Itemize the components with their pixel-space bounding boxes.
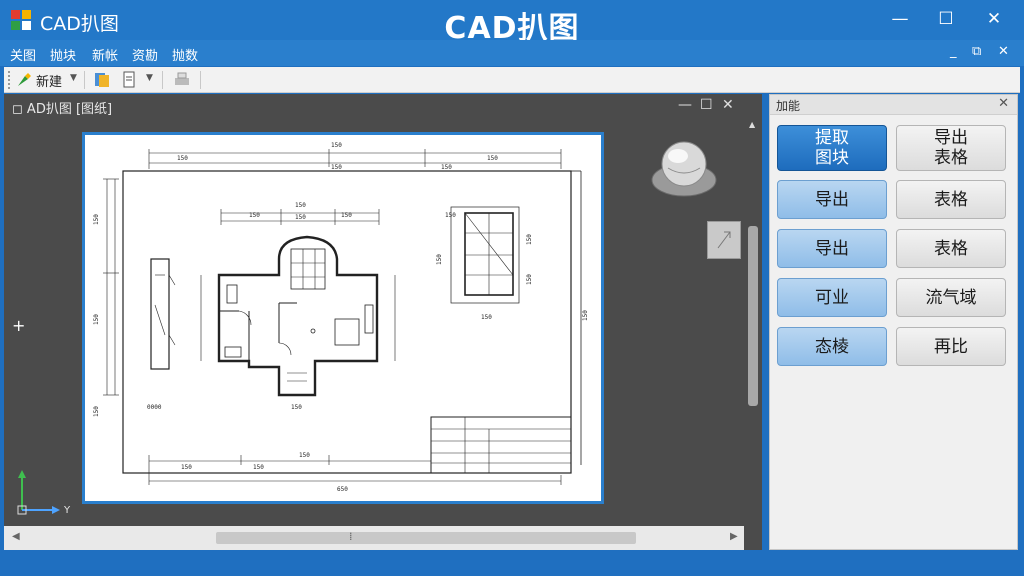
drawing-header: ◻ AD扒图 [图纸] — ☐ ✕	[4, 94, 744, 118]
mdi-close-button[interactable]: ✕	[998, 44, 1009, 59]
mdi-restore-button[interactable]: ⧉	[972, 44, 981, 59]
vertical-scrollbar[interactable]: ▲	[744, 118, 762, 526]
status-bar	[0, 552, 1024, 576]
menu-bar: 关图 抛块 新帐 资勘 抛数 _ ⧉ ✕	[0, 40, 1024, 66]
menu-item-4[interactable]: 资勘	[132, 45, 158, 64]
dim-bottom-3: 150	[299, 452, 310, 459]
maximize-button[interactable]: ☐	[926, 4, 966, 34]
new-button-label: 新建	[36, 74, 63, 90]
dim-top-3: 150	[487, 155, 498, 162]
crosshair-cursor: +	[12, 316, 26, 335]
vertical-scroll-thumb[interactable]	[748, 226, 758, 406]
dim-bottom-2: 150	[253, 464, 264, 471]
drawing-tab[interactable]: ◻ AD扒图 [图纸]	[12, 98, 112, 117]
print-icon[interactable]	[172, 70, 192, 90]
new-button[interactable]: 新建	[16, 70, 62, 90]
new-dropdown-icon[interactable]: ▼	[70, 73, 77, 83]
pan-icon	[717, 231, 731, 249]
drawing-minimize-button[interactable]: —	[678, 97, 692, 113]
scroll-left-icon[interactable]: ◀	[12, 531, 20, 542]
document-dropdown-icon[interactable]: ▼	[146, 73, 153, 83]
drawing-panel: ◻ AD扒图 [图纸] — ☐ ✕ + 150 150 150 150 150	[4, 94, 762, 550]
export-table-button[interactable]: 导出 表格	[896, 125, 1006, 171]
table-button-2[interactable]: 表格	[896, 229, 1006, 268]
layers-icon[interactable]	[92, 70, 112, 90]
floor-plan	[217, 235, 379, 397]
scroll-grip-icon: ⁞	[349, 530, 353, 543]
dim-plan-3: 150	[295, 214, 306, 221]
toolbar-separator	[84, 71, 85, 89]
function-button-5[interactable]: 可业	[777, 278, 887, 317]
new-file-icon	[18, 73, 31, 86]
dim-left-3: 150	[93, 406, 100, 417]
toolbar: 新建 ▼ ▼	[4, 67, 1020, 93]
function-button-7[interactable]: 态棱	[777, 327, 887, 366]
extract-block-button[interactable]: 提取 图块	[777, 125, 887, 171]
dim-door: 150	[291, 404, 302, 411]
horizontal-scrollbar[interactable]: ◀ ⁞ ▶	[4, 526, 744, 550]
ucs-axis-icon: Y	[17, 470, 71, 516]
dim-top-2: 150	[331, 142, 342, 149]
navigation-bar-button[interactable]	[707, 221, 741, 259]
dim-stair-bottom: 150	[481, 314, 492, 321]
drawing-maximize-button[interactable]: ☐	[700, 97, 713, 113]
menu-item-2[interactable]: 抛块	[50, 45, 76, 64]
drawing-close-button[interactable]: ✕	[722, 97, 734, 113]
dim-plan-1: 150	[249, 212, 260, 219]
toolbar-separator	[200, 71, 201, 89]
side-elevation	[150, 258, 170, 370]
close-button[interactable]: ✕	[974, 4, 1014, 34]
dim-top-5: 150	[441, 164, 452, 171]
floor-plan-drawing: 150 150 150 150 150 150 150 150 150 150	[93, 142, 589, 493]
dim-top-1: 150	[177, 155, 188, 162]
dim-stair-right-2: 150	[526, 274, 533, 285]
function-panel: 加能 ✕ 提取 图块 导出 表格 导出 表格 导出 表格 可业 流气域 态棱 再…	[769, 94, 1018, 550]
dim-top-4: 150	[331, 164, 342, 171]
function-button-8[interactable]: 再比	[896, 327, 1006, 366]
dim-bottom-1: 150	[181, 464, 192, 471]
export-button-1[interactable]: 导出	[777, 180, 887, 219]
side-label: 0000	[147, 404, 162, 411]
dim-right-1: 150	[582, 310, 589, 321]
document-icon[interactable]	[120, 70, 140, 90]
table-button-1[interactable]: 表格	[896, 180, 1006, 219]
dim-plan-4: 150	[341, 212, 352, 219]
mdi-minimize-button[interactable]: _	[950, 44, 957, 59]
horizontal-scroll-thumb[interactable]	[216, 532, 636, 544]
menu-item-3[interactable]: 新帐	[92, 45, 118, 64]
viewcube-icon[interactable]	[648, 134, 720, 200]
dim-left-2: 150	[93, 314, 100, 325]
panel-close-icon[interactable]: ✕	[998, 96, 1009, 111]
menu-item-1[interactable]: 关图	[10, 45, 36, 64]
title-block	[430, 416, 572, 474]
title-bar: CAD扒图 CAD扒图 — ☐ ✕	[0, 0, 1024, 46]
dim-stair-left-1: 150	[436, 254, 443, 265]
scroll-up-icon[interactable]: ▲	[749, 120, 755, 129]
dim-left-1: 150	[93, 214, 100, 225]
svg-text:Y: Y	[63, 505, 71, 516]
minimize-button[interactable]: —	[880, 4, 920, 34]
toolbar-grip[interactable]	[8, 71, 11, 89]
drawing-sheet[interactable]: 150 150 150 150 150 150 150 150 150 150	[82, 132, 604, 504]
export-button-2[interactable]: 导出	[777, 229, 887, 268]
dim-plan-5: 150	[445, 212, 456, 219]
toolbar-separator	[162, 71, 163, 89]
dim-plan-2: 150	[295, 202, 306, 209]
menu-item-5[interactable]: 抛数	[172, 45, 198, 64]
function-panel-header: 加能 ✕	[770, 95, 1017, 115]
dim-stair-right-1: 150	[526, 234, 533, 245]
scroll-right-icon[interactable]: ▶	[730, 531, 738, 542]
function-button-6[interactable]: 流气域	[896, 278, 1006, 317]
dim-bottom-total: 650	[337, 486, 348, 493]
function-panel-title: 加能	[776, 99, 801, 113]
